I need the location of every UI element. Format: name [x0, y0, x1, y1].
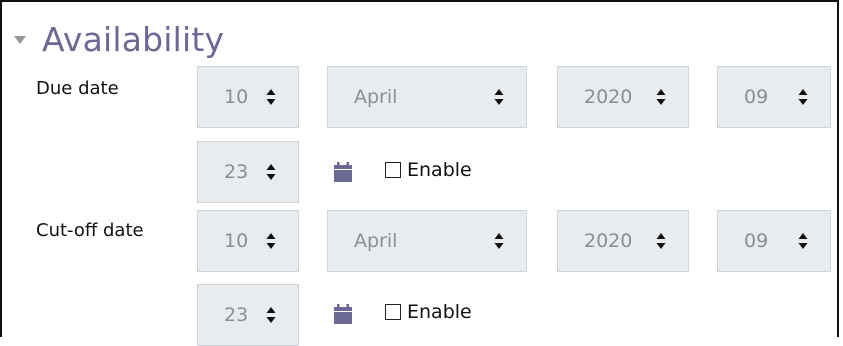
- select-arrows-icon: [266, 163, 276, 181]
- select-arrows-icon: [494, 232, 504, 250]
- section-header[interactable]: Availability: [14, 14, 224, 64]
- due-date-year-value: 2020: [584, 86, 633, 108]
- due-date-hour-value: 09: [744, 86, 769, 108]
- select-arrows-icon: [656, 88, 666, 106]
- due-date-enable-checkbox[interactable]: [385, 162, 401, 178]
- select-arrows-icon: [266, 306, 276, 324]
- due-date-minute-select[interactable]: 23: [197, 141, 299, 203]
- availability-panel: Availability Due date 10 April 2020 09 2…: [0, 0, 839, 346]
- cutoff-date-hour-select[interactable]: 09: [717, 210, 831, 272]
- cutoff-date-day-value: 10: [224, 230, 249, 252]
- due-date-month-value: April: [354, 86, 398, 108]
- select-arrows-icon: [798, 232, 808, 250]
- select-arrows-icon: [494, 88, 504, 106]
- select-arrows-icon: [798, 88, 808, 106]
- cutoff-date-label: Cut-off date: [36, 220, 144, 241]
- cutoff-date-year-select[interactable]: 2020: [557, 210, 689, 272]
- cutoff-date-hour-value: 09: [744, 230, 769, 252]
- due-date-day-select[interactable]: 10: [197, 66, 299, 128]
- cutoff-date-year-value: 2020: [584, 230, 633, 252]
- calendar-icon[interactable]: [334, 304, 352, 324]
- calendar-icon[interactable]: [334, 162, 352, 182]
- due-date-day-value: 10: [224, 86, 249, 108]
- select-arrows-icon: [266, 88, 276, 106]
- cutoff-date-enable[interactable]: Enable: [385, 301, 472, 323]
- select-arrows-icon: [656, 232, 666, 250]
- due-date-month-select[interactable]: April: [327, 66, 527, 128]
- caret-down-icon[interactable]: [14, 36, 26, 44]
- due-date-year-select[interactable]: 2020: [557, 66, 689, 128]
- cutoff-date-day-select[interactable]: 10: [197, 210, 299, 272]
- cutoff-date-enable-label: Enable: [407, 301, 472, 323]
- section-title: Availability: [42, 19, 225, 59]
- cutoff-date-enable-checkbox[interactable]: [385, 304, 401, 320]
- due-date-label: Due date: [36, 78, 119, 99]
- cutoff-date-month-select[interactable]: April: [327, 210, 527, 272]
- cutoff-date-minute-value: 23: [224, 304, 249, 326]
- due-date-hour-select[interactable]: 09: [717, 66, 831, 128]
- select-arrows-icon: [266, 232, 276, 250]
- cutoff-date-month-value: April: [354, 230, 398, 252]
- due-date-enable-label: Enable: [407, 159, 472, 181]
- due-date-enable[interactable]: Enable: [385, 159, 472, 181]
- due-date-minute-value: 23: [224, 161, 249, 183]
